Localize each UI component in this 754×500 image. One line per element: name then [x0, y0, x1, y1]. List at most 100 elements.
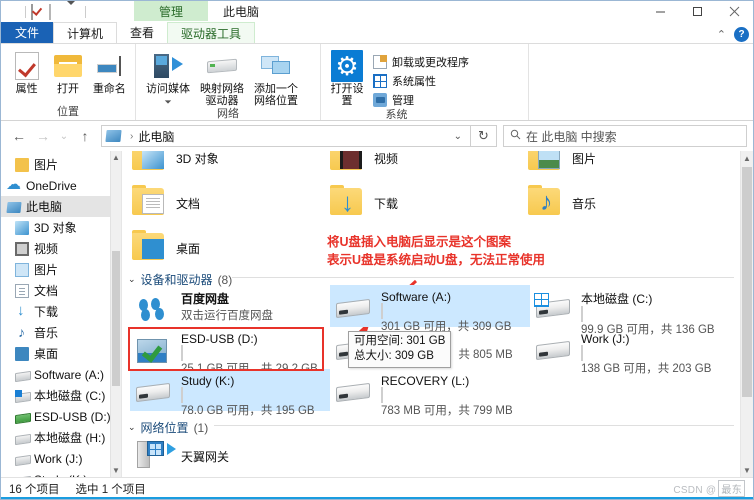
collapse-ribbon-icon[interactable]: ⌃	[717, 28, 726, 41]
sidebar-item-local-disk-h[interactable]: 本地磁盘 (H:)	[1, 427, 121, 448]
capacity-bar	[381, 387, 383, 403]
device-item-baidu-netdisk[interactable]: 百度网盘 双击运行百度网盘	[130, 285, 330, 327]
folder-item-downloads[interactable]: 下载	[328, 182, 526, 227]
file-list-scrollbar[interactable]: ▲ ▼	[740, 151, 753, 477]
tab-view[interactable]: 查看	[117, 22, 167, 43]
sidebar-item-pictures[interactable]: 图片	[1, 259, 121, 280]
sidebar-item-videos[interactable]: 视频	[1, 238, 121, 259]
help-button[interactable]: ?	[734, 27, 749, 42]
properties-icon[interactable]	[31, 4, 44, 20]
device-item-esd-usb-d[interactable]: ESD-USB (D:) 25.1 GB 可用，共 29.2 GB	[130, 327, 330, 375]
sidebar-item-downloads[interactable]: 下载	[1, 301, 121, 322]
scroll-down-icon[interactable]: ▼	[111, 464, 121, 477]
sidebar-item-desktop[interactable]: 桌面	[1, 343, 121, 364]
file-list-content: 3D 对象 视频 图片 文档 ↓ 下载 ♪ 音乐 桌面 将U盘插入电脑后显示是这…	[122, 151, 740, 477]
forward-button[interactable]: →	[31, 124, 55, 148]
tab-computer[interactable]: 计算机	[53, 22, 118, 43]
sidebar-item-3d-objects[interactable]: 3D 对象	[1, 217, 121, 238]
rename-button[interactable]: 重命名	[90, 49, 129, 95]
scroll-up-icon[interactable]: ▲	[111, 151, 121, 164]
chevron-down-icon[interactable]	[164, 100, 172, 104]
uninstall-program-button[interactable]: 卸载或更改程序	[373, 54, 469, 70]
breadcrumb[interactable]: 此电脑	[138, 128, 174, 145]
device-detail: 138 GB 可用，共 203 GB	[581, 363, 712, 375]
folder-item-3d-objects[interactable]: 3D 对象	[130, 151, 328, 182]
scroll-up-icon[interactable]: ▲	[741, 151, 753, 165]
device-item-work-j[interactable]: Work (J:) 138 GB 可用，共 203 GB	[530, 327, 730, 375]
navigation-pane: 图片 OneDrive 此电脑 3D 对象 视频 图片	[1, 151, 121, 477]
scrollbar-thumb[interactable]	[742, 167, 752, 397]
tab-drive-tools[interactable]: 驱动器工具	[167, 22, 256, 43]
device-item-local-disk-c[interactable]: 本地磁盘 (C:) 99.9 GB 可用，共 136 GB	[530, 285, 730, 336]
chevron-down-icon[interactable]: ⌄	[128, 274, 136, 285]
this-pc-icon[interactable]	[7, 5, 20, 18]
maximize-button[interactable]	[679, 1, 716, 22]
sidebar-item-onedrive[interactable]: OneDrive	[1, 175, 121, 196]
network-item-gateway[interactable]: 天翼网关	[130, 433, 330, 475]
sidebar-item-pictures-quick[interactable]: 图片	[1, 154, 121, 175]
folder-item-music[interactable]: 音乐	[526, 182, 724, 227]
folder-item-documents[interactable]: 文档	[130, 182, 328, 227]
open-settings-button[interactable]: 打开设置	[327, 49, 367, 107]
folder-item-videos[interactable]: 视频	[328, 151, 526, 182]
folder-item-desktop[interactable]: 桌面	[130, 227, 328, 272]
close-button[interactable]	[716, 1, 753, 22]
manage-icon	[373, 93, 387, 107]
sidebar-item-label: 下载	[34, 305, 59, 319]
drive-icon	[334, 293, 374, 325]
map-network-drive-button-label: 映射网络驱动器	[200, 83, 244, 107]
search-input-placeholder[interactable]: 在 此电脑 中搜索	[526, 128, 617, 145]
this-pc-icon	[6, 202, 22, 213]
device-item-recovery-l[interactable]: RECOVERY (L:) 783 MB 可用，共 799 MB	[330, 369, 530, 417]
videos-folder-icon	[328, 151, 366, 173]
add-network-location-icon	[261, 51, 291, 81]
sidebar-item-music[interactable]: 音乐	[1, 322, 121, 343]
address-dropdown-icon[interactable]: ⌄	[454, 131, 466, 142]
ribbon-tab-strip: 文件 计算机 查看 驱动器工具 ⌃ ?	[1, 22, 753, 43]
sidebar-item-software-a[interactable]: Software (A:)	[1, 364, 121, 385]
open-button[interactable]: 打开	[48, 49, 87, 95]
sidebar-item-local-disk-c[interactable]: 本地磁盘 (C:)	[1, 385, 121, 406]
manage-button[interactable]: 管理	[373, 92, 469, 108]
add-network-location-button[interactable]: 添加一个网络位置	[250, 49, 302, 107]
properties-button[interactable]: 属性	[7, 49, 46, 95]
chevron-down-icon[interactable]: ⌄	[128, 422, 136, 433]
new-folder-icon[interactable]	[49, 4, 62, 20]
customize-dropdown-icon[interactable]	[67, 1, 80, 19]
access-media-button[interactable]: 访问媒体	[142, 49, 194, 104]
system-properties-label: 系统属性	[392, 76, 436, 88]
device-info: RECOVERY (L:) 783 MB 可用，共 799 MB	[381, 372, 526, 418]
ribbon-group-network-items: 访问媒体 映射网络驱动器 添加一个网络位置	[136, 46, 320, 107]
sidebar-item-study-k[interactable]: Study (K:)	[1, 469, 121, 478]
scrollbar-thumb[interactable]	[112, 251, 120, 386]
folder-item-label: 桌面	[176, 242, 201, 256]
device-item-study-k[interactable]: Study (K:) 78.0 GB 可用，共 195 GB	[130, 369, 330, 417]
folder-item-label: 3D 对象	[176, 152, 219, 166]
recent-locations-button[interactable]: ⌄	[55, 124, 73, 148]
sidebar-item-label: 3D 对象	[34, 221, 77, 235]
tooltip-line-2: 总大小: 309 GB	[354, 350, 434, 362]
tab-file[interactable]: 文件	[1, 22, 54, 43]
minimize-button[interactable]	[642, 1, 679, 22]
folder-item-pictures[interactable]: 图片	[526, 151, 724, 182]
device-item-software-a[interactable]: Software (A:) 301 GB 可用，共 309 GB	[330, 285, 530, 333]
settings-gear-icon	[331, 50, 363, 82]
uninstall-program-icon	[373, 55, 387, 69]
up-button[interactable]: ↑	[73, 124, 97, 148]
scroll-down-icon[interactable]: ▼	[741, 463, 753, 477]
back-button[interactable]: ←	[7, 124, 31, 148]
address-input[interactable]: › 此电脑 ⌄	[101, 125, 471, 147]
system-properties-icon	[373, 74, 387, 88]
search-icon	[510, 129, 521, 143]
search-box[interactable]: 在 此电脑 中搜索	[503, 125, 747, 147]
sidebar-item-this-pc[interactable]: 此电脑	[1, 196, 121, 217]
sidebar-item-documents[interactable]: 文档	[1, 280, 121, 301]
open-folder-icon	[53, 51, 82, 81]
refresh-button[interactable]: ↻	[471, 125, 497, 147]
map-network-drive-button[interactable]: 映射网络驱动器	[196, 49, 248, 107]
sidebar-item-esd-usb-d[interactable]: ESD-USB (D:)	[1, 406, 121, 427]
ribbon-group-system-items: 打开设置 卸载或更改程序 系统属性 管理	[321, 46, 528, 108]
sidebar-item-work-j[interactable]: Work (J:)	[1, 448, 121, 469]
navigation-pane-scrollbar[interactable]: ▲ ▼	[110, 151, 121, 477]
system-properties-button[interactable]: 系统属性	[373, 73, 469, 89]
